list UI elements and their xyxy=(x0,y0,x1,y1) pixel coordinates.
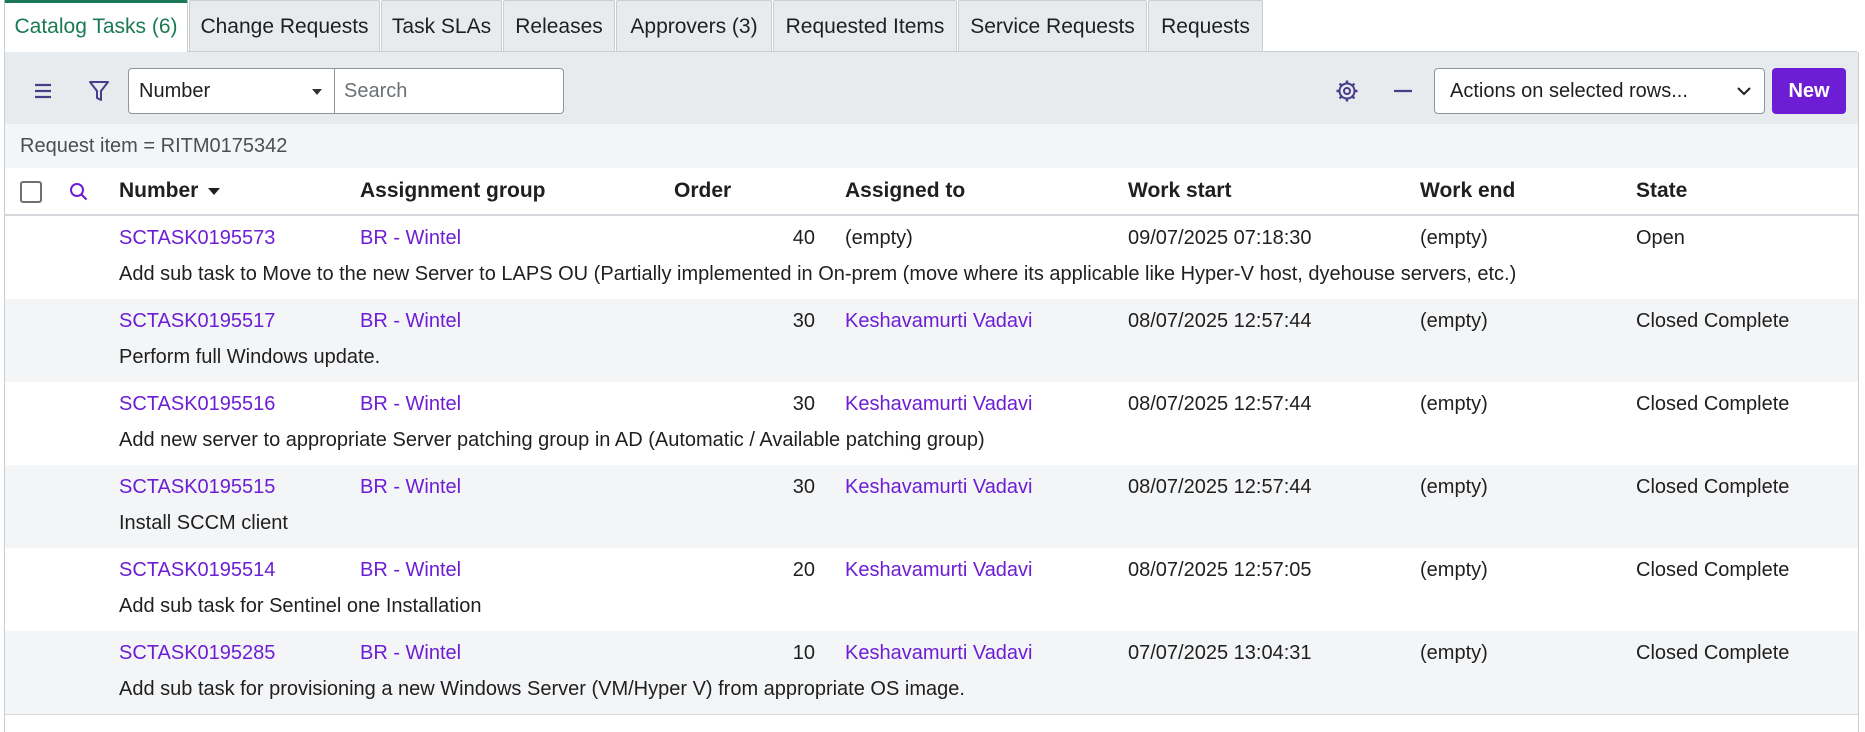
task-description: Add sub task for Sentinel one Installati… xyxy=(119,595,482,617)
gear-icon[interactable] xyxy=(1327,71,1367,111)
tab-approvers[interactable]: Approvers (3) xyxy=(616,0,772,51)
task-description: Add sub task to Move to the new Server t… xyxy=(119,263,1517,285)
state-value: Closed Complete xyxy=(1636,642,1790,664)
column-work-end[interactable]: Work end xyxy=(1420,168,1515,214)
assigned-to-link[interactable]: Keshavamurti Vadavi xyxy=(845,475,1033,499)
order-value: 30 xyxy=(792,476,815,498)
tab-change-requests[interactable]: Change Requests xyxy=(189,0,380,51)
task-description: Add new server to appropriate Server pat… xyxy=(119,429,985,451)
task-description: Install SCCM client xyxy=(119,512,288,534)
list-toolbar: Number Actions on selected rows... New xyxy=(5,52,1858,124)
list-divider xyxy=(5,714,1858,715)
state-value: Closed Complete xyxy=(1636,393,1790,415)
work-start-value: 08/07/2025 12:57:44 xyxy=(1128,476,1312,498)
table-row: SCTASK0195514 BR - Wintel 20 Keshavamurt… xyxy=(5,548,1858,631)
chevron-down-icon xyxy=(312,89,322,95)
select-all-checkbox[interactable] xyxy=(20,181,42,203)
work-start-value: 09/07/2025 07:18:30 xyxy=(1128,227,1312,249)
tab-catalog-tasks[interactable]: Catalog Tasks (6) xyxy=(4,0,188,52)
task-number-link[interactable]: SCTASK0195514 xyxy=(119,558,275,582)
column-state[interactable]: State xyxy=(1636,168,1687,214)
minus-icon[interactable] xyxy=(1383,71,1423,111)
task-number-link[interactable]: SCTASK0195515 xyxy=(119,475,275,499)
table-row: SCTASK0195285 BR - Wintel 10 Keshavamurt… xyxy=(5,631,1858,714)
assignment-group-link[interactable]: BR - Wintel xyxy=(360,309,461,333)
work-end-value: (empty) xyxy=(1420,393,1488,415)
table-row: SCTASK0195515 BR - Wintel 30 Keshavamurt… xyxy=(5,465,1858,548)
state-value: Closed Complete xyxy=(1636,476,1790,498)
tab-releases[interactable]: Releases xyxy=(503,0,615,51)
order-value: 40 xyxy=(792,227,815,249)
column-order[interactable]: Order xyxy=(674,168,731,214)
table-row: SCTASK0195517 BR - Wintel 30 Keshavamurt… xyxy=(5,299,1858,382)
order-value: 20 xyxy=(792,559,815,581)
hamburger-icon[interactable] xyxy=(23,71,63,111)
order-value: 30 xyxy=(792,393,815,415)
funnel-icon[interactable] xyxy=(79,71,119,111)
actions-select[interactable]: Actions on selected rows... xyxy=(1434,68,1765,114)
table-row: SCTASK0195516 BR - Wintel 30 Keshavamurt… xyxy=(5,382,1858,465)
assignment-group-link[interactable]: BR - Wintel xyxy=(360,392,461,416)
assignment-group-link[interactable]: BR - Wintel xyxy=(360,226,461,250)
work-end-value: (empty) xyxy=(1420,642,1488,664)
work-end-value: (empty) xyxy=(1420,559,1488,581)
task-number-link[interactable]: SCTASK0195285 xyxy=(119,641,275,665)
column-work-start[interactable]: Work start xyxy=(1128,168,1231,214)
assigned-to-value: (empty) xyxy=(845,227,913,249)
work-start-value: 08/07/2025 12:57:44 xyxy=(1128,310,1312,332)
order-value: 10 xyxy=(792,642,815,664)
search-input[interactable] xyxy=(335,68,564,114)
search-field-select[interactable]: Number xyxy=(128,68,335,114)
chevron-down-icon xyxy=(1737,87,1751,96)
assignment-group-link[interactable]: BR - Wintel xyxy=(360,475,461,499)
sort-descending-icon xyxy=(208,187,221,195)
tab-service-requests[interactable]: Service Requests xyxy=(958,0,1147,51)
tab-requests[interactable]: Requests xyxy=(1148,0,1263,51)
column-assignment-group[interactable]: Assignment group xyxy=(360,168,546,214)
order-value: 30 xyxy=(792,310,815,332)
state-value: Closed Complete xyxy=(1636,310,1790,332)
work-start-value: 08/07/2025 12:57:44 xyxy=(1128,393,1312,415)
new-button[interactable]: New xyxy=(1772,68,1846,114)
tab-requested-items[interactable]: Requested Items xyxy=(773,0,957,51)
search-icon[interactable] xyxy=(59,172,99,212)
state-value: Closed Complete xyxy=(1636,559,1790,581)
catalog-tasks-panel: Number Actions on selected rows... New R… xyxy=(4,52,1859,732)
state-value: Open xyxy=(1636,227,1685,249)
tab-task-slas[interactable]: Task SLAs xyxy=(381,0,502,51)
task-description: Perform full Windows update. xyxy=(119,346,381,368)
work-end-value: (empty) xyxy=(1420,310,1488,332)
table-row: SCTASK0195573 BR - Wintel 40 (empty) 09/… xyxy=(5,216,1858,299)
filter-breadcrumb[interactable]: Request item = RITM0175342 xyxy=(5,124,1858,168)
task-number-link[interactable]: SCTASK0195517 xyxy=(119,309,275,333)
assigned-to-link[interactable]: Keshavamurti Vadavi xyxy=(845,558,1033,582)
assigned-to-link[interactable]: Keshavamurti Vadavi xyxy=(845,392,1033,416)
task-list: SCTASK0195573 BR - Wintel 40 (empty) 09/… xyxy=(5,216,1858,714)
task-description: Add sub task for provisioning a new Wind… xyxy=(119,678,965,700)
assigned-to-link[interactable]: Keshavamurti Vadavi xyxy=(845,309,1033,333)
work-start-value: 08/07/2025 12:57:05 xyxy=(1128,559,1312,581)
assigned-to-link[interactable]: Keshavamurti Vadavi xyxy=(845,641,1033,665)
list-header: Number Assignment group Order Assigned t… xyxy=(5,168,1858,216)
assignment-group-link[interactable]: BR - Wintel xyxy=(360,641,461,665)
assignment-group-link[interactable]: BR - Wintel xyxy=(360,558,461,582)
column-assigned-to[interactable]: Assigned to xyxy=(845,168,965,214)
work-start-value: 07/07/2025 13:04:31 xyxy=(1128,642,1312,664)
related-list-tabs: Catalog Tasks (6) Change Requests Task S… xyxy=(0,0,1865,52)
work-end-value: (empty) xyxy=(1420,227,1488,249)
column-number[interactable]: Number xyxy=(119,168,221,214)
work-end-value: (empty) xyxy=(1420,476,1488,498)
task-number-link[interactable]: SCTASK0195573 xyxy=(119,226,275,250)
task-number-link[interactable]: SCTASK0195516 xyxy=(119,392,275,416)
